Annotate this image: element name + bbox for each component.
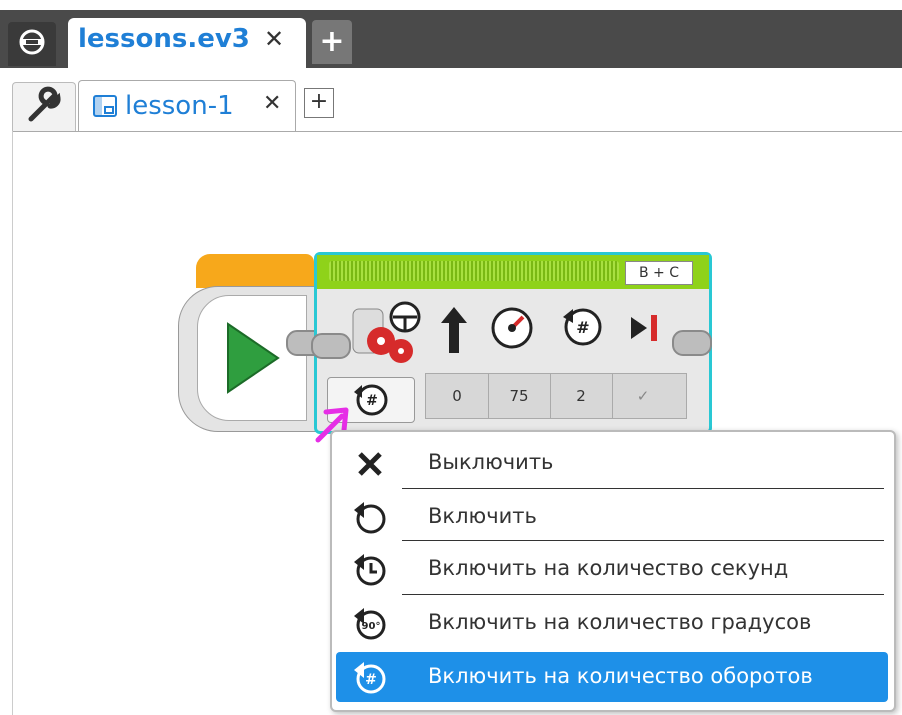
menu-separator <box>402 540 884 541</box>
menu-item-on-label: Включить <box>428 504 537 528</box>
move-steering-block[interactable]: B + C # 0 75 2 ✓ # <box>311 252 712 434</box>
project-tab-strip: lessons.ev3 ✕ + <box>0 0 902 68</box>
project-tab-label: lessons.ev3 <box>78 24 250 54</box>
port-selector[interactable]: B + C <box>625 261 693 285</box>
degrees-icon: 90° <box>354 608 386 640</box>
add-project-button[interactable]: + <box>312 20 352 64</box>
rotations-mode-icon: # <box>354 384 388 416</box>
tools-tab[interactable] <box>12 82 76 131</box>
power-gauge-icon <box>491 307 533 349</box>
menu-item-seconds-label: Включить на количество секунд <box>428 556 789 580</box>
menu-item-rotations-label: Включить на количество оборотов <box>428 664 813 688</box>
program-icon <box>93 95 117 117</box>
program-tab-strip: lesson-1 ✕ + <box>8 70 902 134</box>
svg-text:#: # <box>576 318 589 337</box>
program-tab[interactable]: lesson-1 ✕ <box>78 80 296 131</box>
menu-separator <box>402 594 884 595</box>
svg-text:#: # <box>366 393 378 409</box>
power-value[interactable]: 75 <box>488 374 551 418</box>
play-icon <box>227 322 280 394</box>
move-block-grip <box>329 261 619 281</box>
program-tab-label: lesson-1 <box>125 91 234 121</box>
menu-item-degrees-label: Включить на количество градусов <box>428 610 812 634</box>
menu-item-seconds[interactable]: Включить на количество секунд <box>336 544 888 594</box>
seconds-icon <box>354 554 386 586</box>
home-icon <box>19 29 45 55</box>
start-block-face <box>197 295 307 421</box>
svg-text:#: # <box>365 672 377 688</box>
move-block-header: B + C <box>317 255 709 289</box>
program-tab-close-icon[interactable]: ✕ <box>263 91 281 116</box>
rotations-icon: # <box>354 662 386 694</box>
svg-text:90°: 90° <box>362 621 381 632</box>
mode-context-menu: Выключить Включить Включить на количеств… <box>330 430 896 712</box>
start-block-header <box>196 254 314 288</box>
menu-item-off-label: Выключить <box>428 450 554 474</box>
sequence-connector-in <box>311 333 351 359</box>
parameter-row: 0 75 2 ✓ <box>425 373 687 419</box>
on-icon <box>354 502 386 534</box>
move-connector-out <box>672 330 712 356</box>
home-tab[interactable] <box>8 22 56 66</box>
menu-separator <box>402 488 884 489</box>
steering-arrow-icon <box>441 307 467 353</box>
add-program-button[interactable]: + <box>304 88 334 118</box>
project-tab-close-icon[interactable]: ✕ <box>264 25 284 53</box>
menu-item-rotations[interactable]: # Включить на количество оборотов <box>336 652 888 702</box>
start-block-body <box>178 286 316 432</box>
menu-item-off[interactable]: Выключить <box>336 438 888 488</box>
steering-value[interactable]: 0 <box>426 374 489 418</box>
large-motor-icon <box>352 301 421 363</box>
brake-value[interactable]: ✓ <box>612 374 674 418</box>
off-x-icon <box>358 452 382 476</box>
canvas-top-border <box>12 131 902 132</box>
rotations-value[interactable]: 2 <box>550 374 613 418</box>
rotations-param-icon: # <box>563 308 602 346</box>
brake-icon <box>631 315 657 341</box>
menu-item-degrees[interactable]: 90° Включить на количество градусов <box>336 598 888 648</box>
project-tab[interactable]: lessons.ev3 ✕ <box>68 18 306 68</box>
wrench-icon <box>28 86 61 122</box>
canvas-left-border <box>12 131 13 715</box>
menu-item-on[interactable]: Включить <box>336 492 888 542</box>
